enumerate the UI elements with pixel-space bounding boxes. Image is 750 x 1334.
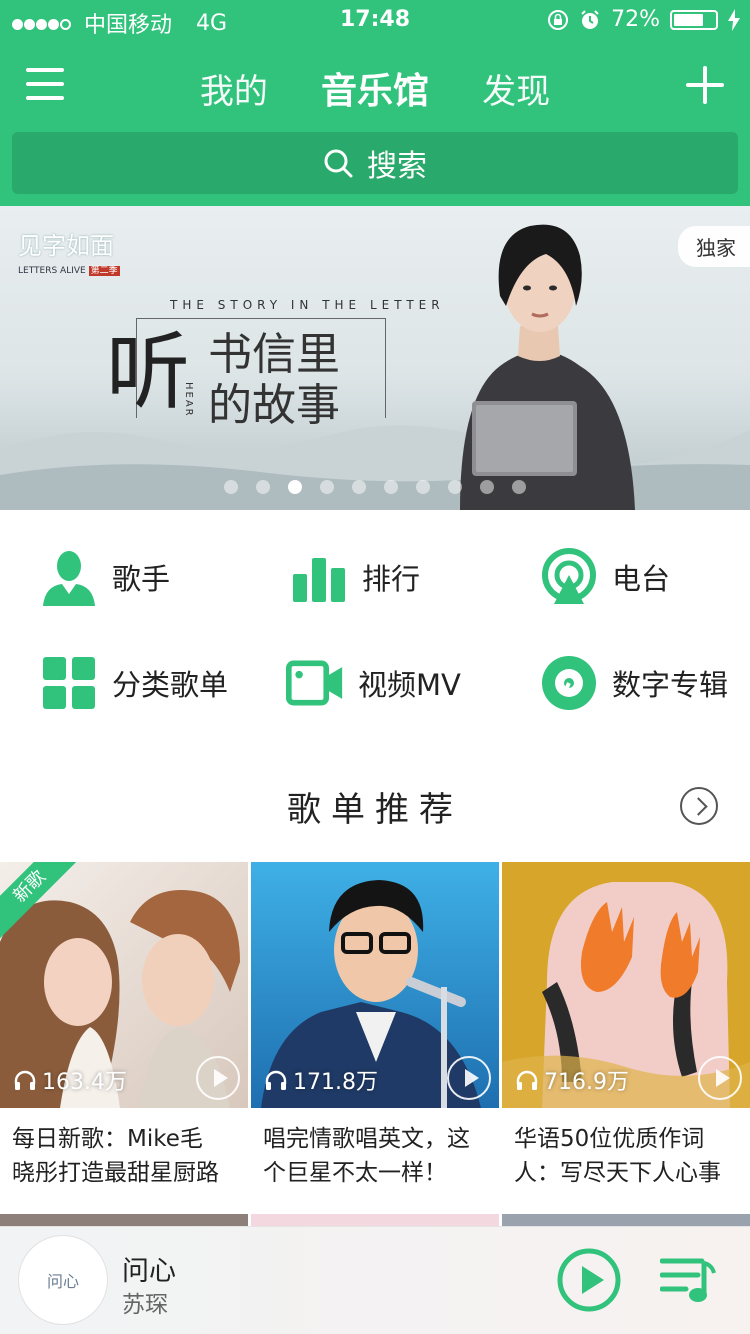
header: 中国移动 4G 17:48 72% 我的 音乐馆 发现 搜索 <box>0 0 750 206</box>
carousel-dot[interactable] <box>288 480 302 494</box>
playlist-cover: 新歌 163.4万 <box>0 862 248 1108</box>
battery-icon <box>670 9 718 30</box>
artist-name: 苏琛 <box>122 1292 168 1318</box>
tab-mine[interactable]: 我的 <box>200 64 268 113</box>
headphones-icon <box>14 1070 36 1090</box>
charging-icon <box>728 8 740 31</box>
nav-bar: 我的 音乐馆 发现 <box>0 40 750 130</box>
category-playlist-types[interactable]: 分类歌单 <box>40 654 228 712</box>
carousel-dots <box>0 479 750 498</box>
search-input[interactable]: 搜索 <box>12 132 738 194</box>
playlist-title: 华语50位优质作词 人：写尽天下人心事 <box>514 1126 721 1186</box>
banner-person-image <box>460 224 635 510</box>
playlist-card[interactable]: 171.8万 唱完情歌唱英文，这 个巨星不太一样！ <box>251 862 499 1194</box>
search-placeholder: 搜索 <box>367 149 427 184</box>
carousel-dot[interactable] <box>320 480 334 494</box>
category-chart[interactable]: 排行 <box>290 548 420 606</box>
playlist-queue-icon[interactable] <box>660 1251 716 1307</box>
category-grid: 歌手 排行 电台 分类歌单 视频MV 数字专辑 <box>0 510 750 740</box>
playlist-cover: 716.9万 <box>502 862 750 1108</box>
exclusive-tag: 独家 <box>678 226 750 267</box>
headphones-icon <box>516 1070 538 1090</box>
alarm-icon <box>581 9 599 29</box>
section-title: 歌单推荐 <box>287 790 463 830</box>
play-count: 716.9万 <box>516 1064 629 1096</box>
album-icon <box>542 656 596 710</box>
carousel-dot[interactable] <box>352 480 366 494</box>
carousel-dot[interactable] <box>480 480 494 494</box>
tab-music-hall[interactable]: 音乐馆 <box>321 62 429 114</box>
album-disc[interactable]: 问心 <box>18 1235 108 1325</box>
category-singer[interactable]: 歌手 <box>40 548 170 606</box>
chevron-right-icon[interactable] <box>680 787 718 825</box>
video-icon <box>286 660 343 706</box>
tab-discover[interactable]: 发现 <box>482 64 550 113</box>
radio-icon <box>542 548 596 604</box>
mini-player[interactable]: 问心 问心 苏琛 <box>0 1226 750 1334</box>
battery-percent: 72% <box>611 7 660 32</box>
play-icon[interactable] <box>447 1056 491 1100</box>
play-icon[interactable] <box>698 1056 742 1100</box>
banner-english-title: THE STORY IN THE LETTER <box>170 298 445 312</box>
banner-carousel[interactable]: 见字如面 LETTERS ALIVE 第二季 独家 THE STORY IN T… <box>0 206 750 510</box>
banner-logo: 见字如面 LETTERS ALIVE 第二季 <box>18 232 120 276</box>
carousel-dot[interactable] <box>224 480 238 494</box>
next-row-cover <box>251 1214 499 1226</box>
play-icon[interactable] <box>196 1056 240 1100</box>
playlist-title: 唱完情歌唱英文，这 个巨星不太一样！ <box>263 1126 470 1186</box>
next-row-cover <box>502 1214 750 1226</box>
playlist-card[interactable]: 716.9万 华语50位优质作词 人：写尽天下人心事 <box>502 862 750 1194</box>
carousel-dot[interactable] <box>416 480 430 494</box>
banner-big-char: 听 <box>106 323 191 421</box>
banner-title: 书信里 的故事 <box>208 329 340 431</box>
carousel-dot[interactable] <box>512 480 526 494</box>
status-bar: 中国移动 4G 17:48 72% <box>0 0 750 40</box>
category-video-mv[interactable]: 视频MV <box>286 654 461 712</box>
carousel-dot[interactable] <box>256 480 270 494</box>
grid-icon <box>43 657 95 709</box>
play-button-icon[interactable] <box>556 1247 622 1313</box>
search-icon <box>324 149 353 178</box>
carousel-dot[interactable] <box>448 480 462 494</box>
carousel-dot[interactable] <box>384 480 398 494</box>
banner-side-text: HEAR <box>183 382 194 418</box>
playlist-card[interactable]: 新歌 163.4万 每日新歌：Mike毛 晓彤打造最甜星厨路 <box>0 862 248 1194</box>
headphones-icon <box>265 1070 287 1090</box>
song-title: 问心 <box>122 1256 176 1287</box>
singer-icon <box>43 551 95 606</box>
next-row-cover <box>0 1214 248 1226</box>
playlist-title: 每日新歌：Mike毛 晓彤打造最甜星厨路 <box>12 1126 219 1186</box>
chart-icon <box>293 558 345 602</box>
play-count: 163.4万 <box>14 1064 127 1096</box>
add-icon[interactable] <box>686 66 724 104</box>
rotation-lock-icon <box>548 9 569 30</box>
category-radio[interactable]: 电台 <box>540 548 670 606</box>
status-right: 72% <box>547 7 740 32</box>
play-count: 171.8万 <box>265 1064 378 1096</box>
main-tabs: 我的 音乐馆 发现 <box>0 62 750 114</box>
category-digital-album[interactable]: 数字专辑 <box>540 654 728 712</box>
playlist-cover: 171.8万 <box>251 862 499 1108</box>
